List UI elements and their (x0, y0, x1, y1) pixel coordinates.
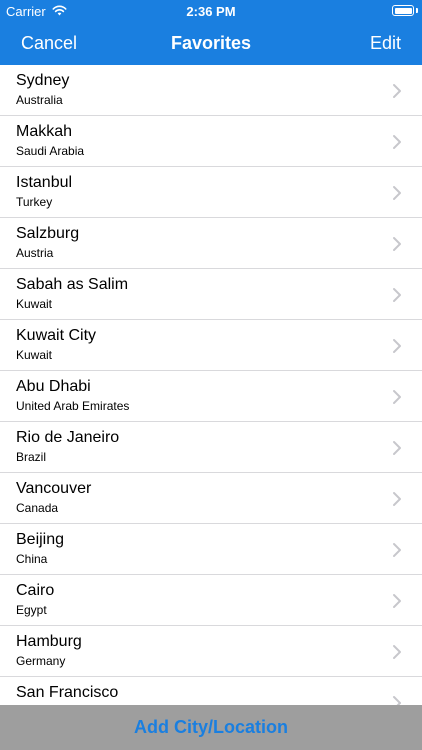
chevron-right-icon (390, 389, 404, 405)
city-name: Sabah as Salim (16, 276, 129, 293)
battery-level (394, 7, 412, 14)
city-name: Abu Dhabi (16, 378, 91, 395)
country-name: Canada (16, 501, 59, 515)
country-name: United Arab Emirates (16, 399, 130, 413)
country-name: Germany (16, 654, 66, 668)
chevron-right-icon (390, 542, 404, 558)
favorite-row[interactable]: Vancouver Canada (0, 473, 422, 524)
country-name: Egypt (16, 603, 47, 617)
favorite-row[interactable]: Hamburg Germany (0, 626, 422, 677)
add-city-button[interactable]: Add City/Location (0, 705, 422, 750)
battery-icon (392, 5, 414, 16)
status-time: 2:36 PM (186, 4, 236, 19)
chevron-right-icon (390, 134, 404, 150)
favorite-row[interactable]: Sydney Australia (0, 65, 422, 116)
favorite-row[interactable]: Kuwait City Kuwait (0, 320, 422, 371)
favorite-row[interactable]: Salzburg Austria (0, 218, 422, 269)
country-name: Saudi Arabia (16, 144, 85, 158)
city-name: Sydney (16, 72, 70, 89)
favorites-screen: Carrier 2:36 PM Cancel Favorites Edit Sy… (0, 0, 422, 750)
chevron-right-icon (390, 287, 404, 303)
city-name: Cairo (16, 582, 55, 599)
favorite-row[interactable]: Cairo Egypt (0, 575, 422, 626)
city-name: Beijing (16, 531, 65, 548)
chevron-right-icon (390, 236, 404, 252)
favorite-row[interactable]: Beijing China (0, 524, 422, 575)
favorites-list[interactable]: Sydney Australia Makkah Saudi Arabia Istanbu… (0, 65, 422, 705)
chevron-right-icon (390, 695, 404, 705)
add-city-label: Add City/Location (134, 717, 288, 737)
country-name: Turkey (16, 195, 53, 209)
edit-button[interactable]: Edit (370, 33, 401, 54)
favorite-row[interactable]: Makkah Saudi Arabia (0, 116, 422, 167)
city-name: San Francisco (16, 684, 119, 701)
city-name: Rio de Janeiro (16, 429, 120, 446)
favorite-row[interactable]: Istanbul Turkey (0, 167, 422, 218)
page-title: Favorites (170, 33, 252, 53)
chevron-right-icon (390, 185, 404, 201)
city-name: Makkah (16, 123, 73, 140)
city-name: Salzburg (16, 225, 80, 242)
favorite-row[interactable]: San Francisco (0, 677, 422, 705)
battery-tip (416, 8, 418, 13)
chevron-right-icon (390, 83, 404, 99)
country-name: Kuwait (16, 348, 53, 362)
favorite-row[interactable]: Sabah as Salim Kuwait (0, 269, 422, 320)
city-name: Istanbul (16, 174, 73, 191)
country-name: Brazil (16, 450, 47, 464)
country-name: Austria (16, 246, 54, 260)
favorite-row[interactable]: Abu Dhabi United Arab Emirates (0, 371, 422, 422)
country-name: Australia (16, 93, 63, 107)
chevron-right-icon (390, 593, 404, 609)
city-name: Kuwait City (16, 327, 97, 344)
country-name: Kuwait (16, 297, 53, 311)
country-name: China (16, 552, 48, 566)
navigation-bar: Cancel Favorites Edit (0, 24, 422, 65)
city-name: Hamburg (16, 633, 82, 650)
chevron-right-icon (390, 440, 404, 456)
city-name: Vancouver (16, 480, 92, 497)
favorite-row[interactable]: Rio de Janeiro Brazil (0, 422, 422, 473)
chevron-right-icon (390, 491, 404, 507)
chevron-right-icon (390, 338, 404, 354)
chevron-right-icon (390, 644, 404, 660)
status-bar: Carrier 2:36 PM (0, 0, 422, 24)
